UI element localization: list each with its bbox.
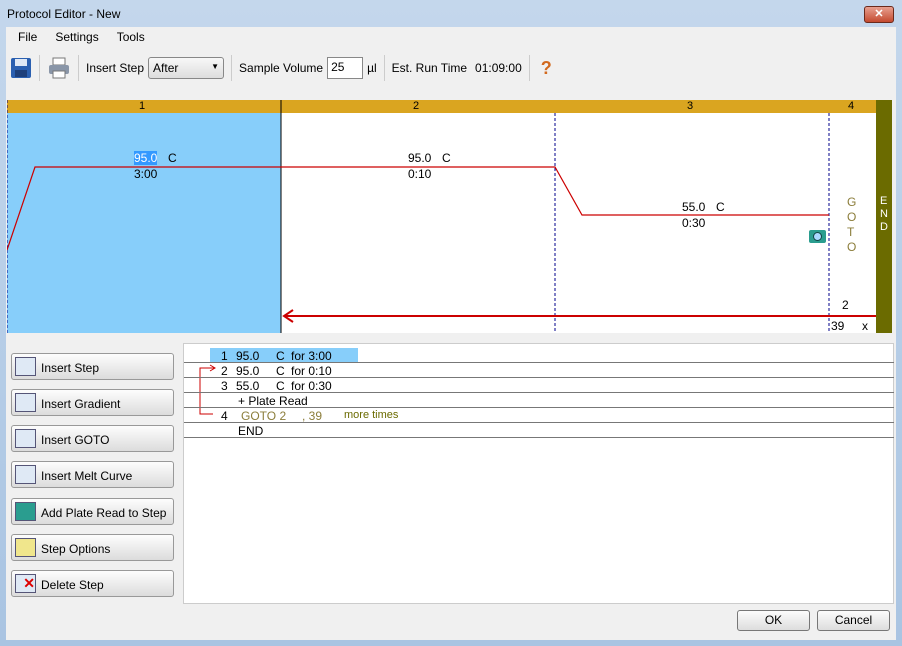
button-label: Insert Gradient — [41, 397, 121, 411]
step-2-temp[interactable]: 95.0 — [408, 151, 431, 165]
step-temp: 95.0 — [236, 364, 260, 378]
step-time: for 0:30 — [291, 379, 332, 393]
camera-icon — [15, 502, 36, 521]
list-row[interactable]: END — [184, 423, 894, 438]
step-list[interactable]: 1 95.0 Cfor 3:00 2 95.0 Cfor 0:10 3 55.0 Cfor … — [183, 343, 894, 604]
insert-step-button[interactable]: Insert Step — [11, 353, 174, 380]
volume-unit: µl — [367, 61, 377, 75]
client-area: File Settings Tools Insert Step After Sa… — [6, 27, 896, 640]
insert-melt-curve-button[interactable]: Insert Melt Curve — [11, 461, 174, 488]
step-options-icon — [15, 538, 36, 557]
step-header-1: 1 — [139, 100, 146, 112]
step-num: 4 — [221, 409, 228, 423]
separator — [231, 55, 233, 81]
camera-icon — [809, 230, 826, 243]
step-time: for 3:00 — [291, 349, 332, 363]
step-header-4: 4 — [848, 100, 855, 112]
menu-file[interactable]: File — [6, 27, 43, 49]
step-unit: C — [276, 349, 285, 363]
delete-icon: ✕ — [15, 574, 36, 593]
sample-volume-label: Sample Volume — [239, 61, 324, 75]
protocol-graph[interactable]: 1 2 3 4 95.0 C 3:00 95.0 C 0:10 55.0 C 0… — [7, 100, 892, 333]
step-options-button[interactable]: Step Options — [11, 534, 174, 561]
step-temp: 95.0 — [236, 349, 260, 363]
menu-bar: File Settings Tools — [6, 27, 151, 49]
step-3-unit: C — [716, 200, 725, 214]
step-header-3: 3 — [687, 100, 694, 112]
insert-melt-curve-icon — [15, 465, 36, 484]
plate-read-text: + Plate Read — [238, 394, 308, 408]
insert-goto-button[interactable]: Insert GOTO — [11, 425, 174, 452]
step-num: 3 — [221, 379, 228, 393]
goto-times-x: x — [862, 319, 868, 333]
step-3-temp[interactable]: 55.0 — [682, 200, 705, 214]
insert-gradient-button[interactable]: Insert Gradient — [11, 389, 174, 416]
menu-settings[interactable]: Settings — [43, 27, 104, 49]
save-icon[interactable] — [10, 57, 32, 79]
insert-gradient-icon — [15, 393, 36, 412]
insert-goto-icon — [15, 429, 36, 448]
insert-step-icon — [15, 357, 36, 376]
run-time-label: Est. Run Time — [391, 61, 468, 75]
toolbar: Insert Step After Sample Volume 25 µl Es… — [6, 51, 896, 85]
step-temp: 55.0 — [236, 379, 260, 393]
goto-label: GOTO — [847, 195, 857, 254]
cancel-button[interactable]: Cancel — [817, 610, 890, 631]
button-label: Insert Step — [41, 361, 100, 375]
goto-text: GOTO 2 — [241, 409, 287, 423]
ok-button[interactable]: OK — [737, 610, 810, 631]
list-row[interactable]: + Plate Read — [184, 393, 894, 408]
insert-step-select[interactable]: After — [148, 57, 225, 79]
run-time-value: 01:09:00 — [475, 61, 522, 75]
goto-count: , 39 — [302, 409, 323, 423]
goto-target[interactable]: 2 — [842, 298, 849, 312]
step-time: for 0:10 — [291, 364, 332, 378]
step-2-unit: C — [442, 151, 451, 165]
button-label: Insert GOTO — [41, 433, 110, 447]
step-1-unit: C — [168, 151, 177, 165]
close-button[interactable]: ✕ — [864, 6, 894, 23]
sample-volume-input[interactable]: 25 — [327, 57, 364, 79]
step-header-2: 2 — [413, 100, 420, 112]
step-unit: C — [276, 379, 285, 393]
goto-count[interactable]: 39 — [831, 319, 844, 333]
window-title: Protocol Editor - New — [7, 7, 121, 21]
add-plate-read-button[interactable]: Add Plate Read to Step — [11, 498, 174, 525]
print-icon[interactable] — [47, 56, 71, 80]
end-label: END — [880, 195, 888, 233]
insert-step-label: Insert Step — [86, 61, 145, 75]
button-label: Insert Melt Curve — [41, 469, 133, 483]
step-unit: C — [276, 364, 285, 378]
separator — [528, 55, 530, 81]
protocol-editor-window: Protocol Editor - New ✕ File Settings To… — [0, 0, 902, 646]
end-text: END — [238, 424, 264, 438]
step-1-temp[interactable]: 95.0 — [134, 151, 158, 165]
menu-tools[interactable]: Tools — [105, 27, 151, 49]
separator — [78, 55, 79, 81]
header-band — [7, 100, 876, 113]
delete-step-button[interactable]: ✕ Delete Step — [11, 570, 174, 597]
step-1-selected-bg[interactable] — [7, 113, 281, 333]
step-2-time[interactable]: 0:10 — [408, 167, 431, 181]
step-3-time[interactable]: 0:30 — [682, 216, 705, 230]
list-row[interactable]: 4 GOTO 2 , 39 more times — [184, 408, 894, 423]
list-row[interactable]: 2 95.0 Cfor 0:10 — [184, 363, 894, 378]
step-num: 1 — [221, 349, 228, 363]
list-row[interactable]: 3 55.0 Cfor 0:30 — [184, 378, 894, 393]
button-label: Step Options — [41, 542, 111, 556]
step-num: 2 — [221, 364, 228, 378]
button-label: Delete Step — [41, 578, 104, 592]
step-1-time[interactable]: 3:00 — [134, 167, 157, 181]
help-icon[interactable]: ? — [541, 58, 552, 79]
list-row[interactable]: 1 95.0 Cfor 3:00 — [184, 348, 894, 363]
separator — [39, 55, 40, 81]
button-label: Add Plate Read to Step — [41, 506, 167, 520]
goto-more: more times — [344, 409, 399, 421]
separator — [383, 55, 385, 81]
